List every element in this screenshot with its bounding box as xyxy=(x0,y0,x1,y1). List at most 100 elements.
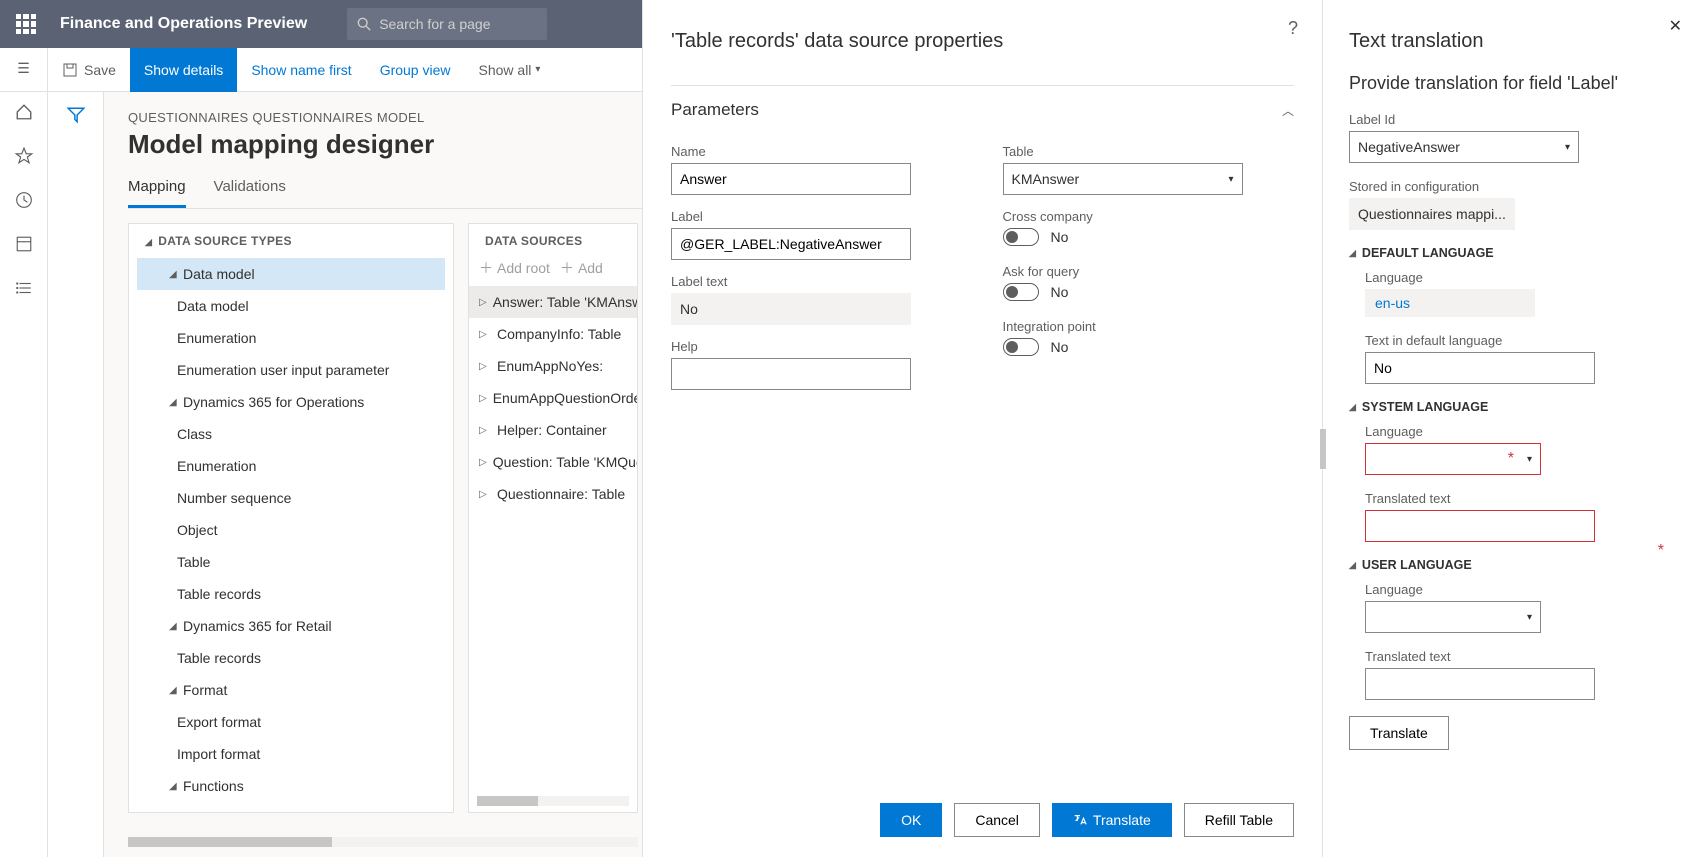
table-select[interactable]: KMAnswer▾ xyxy=(1003,163,1243,195)
list-icon[interactable] xyxy=(14,278,34,298)
clock-icon[interactable] xyxy=(14,190,34,210)
textdef-label: Text in default language xyxy=(1365,333,1674,348)
data-source-item[interactable]: ▷CompanyInfo: Table xyxy=(469,318,637,350)
dialog-title: 'Table records' data source properties xyxy=(671,30,1294,53)
tree-item[interactable]: Class xyxy=(137,418,445,450)
name-input[interactable] xyxy=(671,163,911,195)
textdef-input[interactable] xyxy=(1365,352,1595,384)
tree-item[interactable]: Enumeration xyxy=(137,450,445,482)
horizontal-scrollbar[interactable] xyxy=(477,796,629,806)
table-label: Table xyxy=(1003,144,1295,159)
close-icon[interactable]: ✕ xyxy=(1669,16,1682,36)
chevron-up-icon: ︿ xyxy=(1282,102,1294,119)
labeltext-value: No xyxy=(671,293,911,325)
label-label: Label xyxy=(671,209,963,224)
userlang-label: Language xyxy=(1365,582,1674,597)
data-source-item[interactable]: ▷Questionnaire: Table xyxy=(469,478,637,510)
tree-item[interactable]: Number sequence xyxy=(137,482,445,514)
section-system-language[interactable]: SYSTEM LANGUAGE xyxy=(1349,400,1674,414)
labelid-select[interactable]: NegativeAnswer▾ xyxy=(1349,131,1579,163)
tree-item[interactable]: Barcode xyxy=(137,802,445,813)
ok-button[interactable]: OK xyxy=(880,803,942,837)
usertext-input[interactable] xyxy=(1365,668,1595,700)
cross-company-toggle[interactable] xyxy=(1003,228,1039,246)
properties-dialog: ? 'Table records' data source properties… xyxy=(642,0,1322,857)
save-icon xyxy=(62,62,78,78)
panel-header: DATA SOURCES xyxy=(469,224,637,258)
group-view-button[interactable]: Group view xyxy=(366,48,465,92)
ask-query-label: Ask for query xyxy=(1003,264,1295,279)
transtext-input[interactable] xyxy=(1365,510,1595,542)
translation-pane: ✕ Text translation Provide translation f… xyxy=(1322,0,1700,857)
labelid-label: Label Id xyxy=(1349,112,1674,127)
tree-item[interactable]: Table records xyxy=(137,642,445,674)
tree-group[interactable]: ◢ Data model xyxy=(137,258,445,290)
pane-title: Text translation xyxy=(1349,30,1674,53)
data-source-item[interactable]: ▷EnumAppQuestionOrder xyxy=(469,382,637,414)
filter-column xyxy=(48,92,104,857)
help-input[interactable] xyxy=(671,358,911,390)
data-source-item[interactable]: ▷Question: Table 'KMQuestion' xyxy=(469,446,637,478)
tree-group[interactable]: ◢ Functions xyxy=(137,770,445,802)
save-button[interactable]: Save xyxy=(48,48,130,92)
cancel-button[interactable]: Cancel xyxy=(954,803,1040,837)
data-source-item[interactable]: ▷EnumAppNoYes: xyxy=(469,350,637,382)
tree-item[interactable]: Table records xyxy=(137,578,445,610)
show-name-first-button[interactable]: Show name first xyxy=(237,48,365,92)
star-icon[interactable] xyxy=(14,146,34,166)
tree-item[interactable]: Enumeration xyxy=(137,322,445,354)
tree-item[interactable]: Table xyxy=(137,546,445,578)
hamburger-icon[interactable]: ☰ xyxy=(14,58,34,78)
data-source-item[interactable]: ▷Helper: Container xyxy=(469,414,637,446)
tree-group[interactable]: ◢ Dynamics 365 for Retail xyxy=(137,610,445,642)
language-value: en-us xyxy=(1365,289,1535,317)
translate-button[interactable]: Translate xyxy=(1349,716,1449,750)
show-all-button[interactable]: Show all ▾ xyxy=(465,48,555,92)
integration-label: Integration point xyxy=(1003,319,1295,334)
tab-mapping[interactable]: Mapping xyxy=(128,178,186,208)
add-root-button[interactable]: ＋ Add root xyxy=(479,258,550,278)
panel-data-sources: DATA SOURCES ＋ Add root ＋ Add ▷Answer: T… xyxy=(468,223,638,813)
resize-handle[interactable] xyxy=(1320,429,1326,469)
tab-validations[interactable]: Validations xyxy=(214,178,286,208)
section-user-language[interactable]: USER LANGUAGE xyxy=(1349,558,1674,572)
panel-header: ◢DATA SOURCE TYPES xyxy=(129,224,453,258)
funnel-icon[interactable] xyxy=(67,106,85,124)
stored-value: Questionnaires mappi... xyxy=(1349,198,1515,230)
panel-data-source-types: ◢DATA SOURCE TYPES ◢ Data modelData mode… xyxy=(128,223,454,813)
search-icon xyxy=(357,17,371,31)
userlang-select[interactable]: ▾ xyxy=(1365,601,1541,633)
tree-group[interactable]: ◢ Format xyxy=(137,674,445,706)
data-source-item[interactable]: ▷Answer: Table 'KMAnswer' xyxy=(469,286,637,318)
help-label: Help xyxy=(671,339,963,354)
waffle-icon[interactable] xyxy=(16,14,36,34)
integration-toggle[interactable] xyxy=(1003,338,1039,356)
search-placeholder: Search for a page xyxy=(379,16,490,32)
tree-item[interactable]: Object xyxy=(137,514,445,546)
transtext-label: Translated text xyxy=(1365,491,1674,506)
tree-item[interactable]: Enumeration user input parameter xyxy=(137,354,445,386)
labeltext-label: Label text xyxy=(671,274,963,289)
add-button[interactable]: ＋ Add xyxy=(560,258,603,278)
tree-item[interactable]: Export format xyxy=(137,706,445,738)
home-icon[interactable] xyxy=(14,102,34,122)
search-box[interactable]: Search for a page xyxy=(347,8,547,40)
app-title: Finance and Operations Preview xyxy=(60,15,307,33)
label-input[interactable] xyxy=(671,228,911,260)
tree-item[interactable]: Import format xyxy=(137,738,445,770)
module-icon[interactable] xyxy=(14,234,34,254)
help-icon[interactable]: ? xyxy=(1288,18,1298,39)
tree-group[interactable]: ◢ Dynamics 365 for Operations xyxy=(137,386,445,418)
tree-item[interactable]: Data model xyxy=(137,290,445,322)
show-details-button[interactable]: Show details xyxy=(130,48,237,92)
syslang-select[interactable]: *▾ xyxy=(1365,443,1541,475)
section-default-language[interactable]: DEFAULT LANGUAGE xyxy=(1349,246,1674,260)
cross-company-label: Cross company xyxy=(1003,209,1295,224)
refill-table-button[interactable]: Refill Table xyxy=(1184,803,1294,837)
section-parameters[interactable]: Parameters ︿ xyxy=(671,85,1294,130)
left-nav-rail: ☰ xyxy=(0,48,48,857)
language-label: Language xyxy=(1365,270,1674,285)
horizontal-scrollbar[interactable] xyxy=(128,837,638,847)
translate-button[interactable]: Translate xyxy=(1052,803,1172,837)
ask-query-toggle[interactable] xyxy=(1003,283,1039,301)
